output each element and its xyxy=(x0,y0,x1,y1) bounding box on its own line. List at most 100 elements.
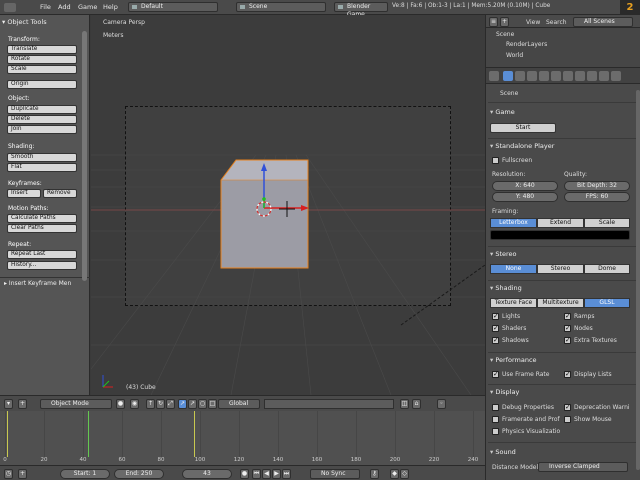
snap-toggle-icon[interactable]: ⌂ xyxy=(412,399,421,409)
texture-context-icon[interactable] xyxy=(599,71,609,81)
current-frame-field[interactable]: 43 xyxy=(182,469,232,479)
editor-type-icon[interactable]: ▾ xyxy=(4,399,13,409)
keying-set-icon[interactable]: ⚷ xyxy=(370,469,379,479)
snap-target-icon[interactable]: ◦ xyxy=(437,399,446,409)
editor-type-icon[interactable]: ◷ xyxy=(4,469,13,479)
properties-scrollbar[interactable] xyxy=(636,90,640,470)
resolution-y-field[interactable]: Y: 480 xyxy=(492,192,558,202)
editor-type-icon[interactable] xyxy=(489,71,499,81)
scene-selector[interactable]: Scene xyxy=(236,2,326,12)
end-frame-field[interactable]: End: 250 xyxy=(114,469,164,479)
modifiers-context-icon[interactable] xyxy=(563,71,573,81)
stereo-panel-header[interactable]: Stereo xyxy=(490,250,516,258)
shadows-checkbox[interactable] xyxy=(492,336,499,344)
lock-icon[interactable]: ◫ xyxy=(400,399,409,409)
game-panel-header[interactable]: Game xyxy=(490,108,514,116)
shading-mode-icon[interactable]: ● xyxy=(116,399,125,409)
play-reverse-icon[interactable]: ◀ xyxy=(262,469,271,479)
layout-selector[interactable]: Default xyxy=(128,2,218,12)
engine-selector[interactable]: Blender Game xyxy=(334,2,388,18)
flat-button[interactable]: Flat xyxy=(7,163,77,172)
editor-type-icon[interactable]: ≡ xyxy=(489,17,498,27)
sound-panel-header[interactable]: Sound xyxy=(490,448,515,456)
framing-letterbox[interactable]: Letterbox xyxy=(490,218,537,228)
debug-properties-checkbox[interactable] xyxy=(492,404,499,411)
translate-icon[interactable]: ↗ xyxy=(188,399,197,409)
shading-multitexture[interactable]: Multitexture xyxy=(537,298,584,308)
ramps-checkbox[interactable] xyxy=(564,312,571,320)
jump-start-icon[interactable]: ⏮ xyxy=(252,469,261,479)
manipulator-toggle-icon[interactable]: ↗ xyxy=(178,399,187,409)
scene-canvas[interactable] xyxy=(91,15,485,395)
standalone-player-header[interactable]: Standalone Player xyxy=(490,142,554,150)
origin-button[interactable]: Origin xyxy=(7,80,77,89)
rotate-manipulator-icon[interactable]: ↻ xyxy=(156,399,165,409)
stereo-stereo[interactable]: Stereo xyxy=(537,264,584,274)
render-context-icon[interactable] xyxy=(503,71,513,81)
resolution-x-field[interactable]: X: 640 xyxy=(492,181,558,191)
object-tools-header[interactable]: ▾ Object Tools xyxy=(2,16,86,28)
keyframe-insert-icon[interactable]: ◆ xyxy=(390,469,399,479)
framing-extend[interactable]: Extend xyxy=(537,218,584,228)
3d-viewport[interactable]: Camera Persp Meters (43) Cube xyxy=(91,15,485,395)
remove-keyframe-button[interactable]: Remove xyxy=(43,189,77,198)
current-frame-marker[interactable] xyxy=(88,411,89,457)
material-context-icon[interactable] xyxy=(587,71,597,81)
translate-button[interactable]: Translate xyxy=(7,45,77,54)
deprecation-warnings-checkbox[interactable] xyxy=(564,403,571,411)
stereo-none[interactable]: None xyxy=(490,264,537,274)
rotate-button[interactable]: Rotate xyxy=(7,55,77,64)
physics-visualization-checkbox[interactable] xyxy=(492,428,499,435)
shading-texture-face[interactable]: Texture Face xyxy=(490,298,537,308)
calculate-paths-button[interactable]: Calculate Paths xyxy=(7,214,77,223)
use-frame-rate-checkbox[interactable] xyxy=(492,370,499,378)
duplicate-button[interactable]: Duplicate xyxy=(7,105,77,114)
keyframe-delete-icon[interactable]: ◇ xyxy=(400,469,409,479)
fps-field[interactable]: FPS: 60 xyxy=(564,192,630,202)
menu-game[interactable]: Game xyxy=(78,3,97,11)
show-mouse-checkbox[interactable] xyxy=(564,416,571,423)
object-context-icon[interactable] xyxy=(539,71,549,81)
lights-checkbox[interactable] xyxy=(492,312,499,320)
extra-textures-checkbox[interactable] xyxy=(564,336,571,344)
framerate-profile-checkbox[interactable] xyxy=(492,416,499,423)
join-button[interactable]: Join xyxy=(7,125,77,134)
mode-selector[interactable]: Object Mode xyxy=(40,399,112,409)
outliner-search-menu[interactable]: Search xyxy=(546,19,567,26)
start-game-button[interactable]: Start xyxy=(490,123,556,133)
move-manipulator-icon[interactable]: ↑ xyxy=(146,399,155,409)
shading-glsl[interactable]: GLSL xyxy=(584,298,630,308)
performance-panel-header[interactable]: Performance xyxy=(490,356,536,364)
outliner-item-world[interactable]: World xyxy=(506,52,523,59)
view-menu-icon[interactable]: + xyxy=(18,469,27,479)
timeline[interactable]: 0 20 40 60 80 100 120 140 160 180 200 22… xyxy=(0,411,485,465)
world-context-icon[interactable] xyxy=(527,71,537,81)
sync-selector[interactable]: No Sync xyxy=(310,469,360,479)
clear-paths-button[interactable]: Clear Paths xyxy=(7,224,77,233)
editor-type-icon[interactable] xyxy=(4,3,16,12)
insert-keyframe-button[interactable]: Insert xyxy=(7,189,41,198)
pivot-icon[interactable]: ◉ xyxy=(130,399,139,409)
constraints-context-icon[interactable] xyxy=(551,71,561,81)
outliner-item-renderlayers[interactable]: RenderLayers xyxy=(506,41,547,48)
display-panel-header[interactable]: Display xyxy=(490,388,519,396)
delete-button[interactable]: Delete xyxy=(7,115,77,124)
view-menu-icon[interactable]: + xyxy=(18,399,27,409)
repeat-last-button[interactable]: Repeat Last xyxy=(7,250,77,259)
jump-end-icon[interactable]: ⏭ xyxy=(282,469,291,479)
tool-shelf-scrollbar[interactable] xyxy=(82,31,87,281)
stereo-dome[interactable]: Dome xyxy=(584,264,630,274)
framing-scale[interactable]: Scale xyxy=(584,218,630,228)
distance-model-selector[interactable]: Inverse Clamped xyxy=(538,462,628,472)
shaders-checkbox[interactable] xyxy=(492,324,499,332)
physics-context-icon[interactable] xyxy=(611,71,621,81)
layer-buttons[interactable] xyxy=(264,399,394,409)
record-icon[interactable]: ● xyxy=(240,469,249,479)
fullscreen-checkbox[interactable] xyxy=(492,157,499,164)
smooth-button[interactable]: Smooth xyxy=(7,153,77,162)
menu-help[interactable]: Help xyxy=(103,3,118,11)
scale-icon[interactable]: □ xyxy=(208,399,217,409)
menu-file[interactable]: File xyxy=(40,3,51,11)
data-context-icon[interactable] xyxy=(575,71,585,81)
outliner-filter-selector[interactable]: All Scenes xyxy=(573,17,633,27)
